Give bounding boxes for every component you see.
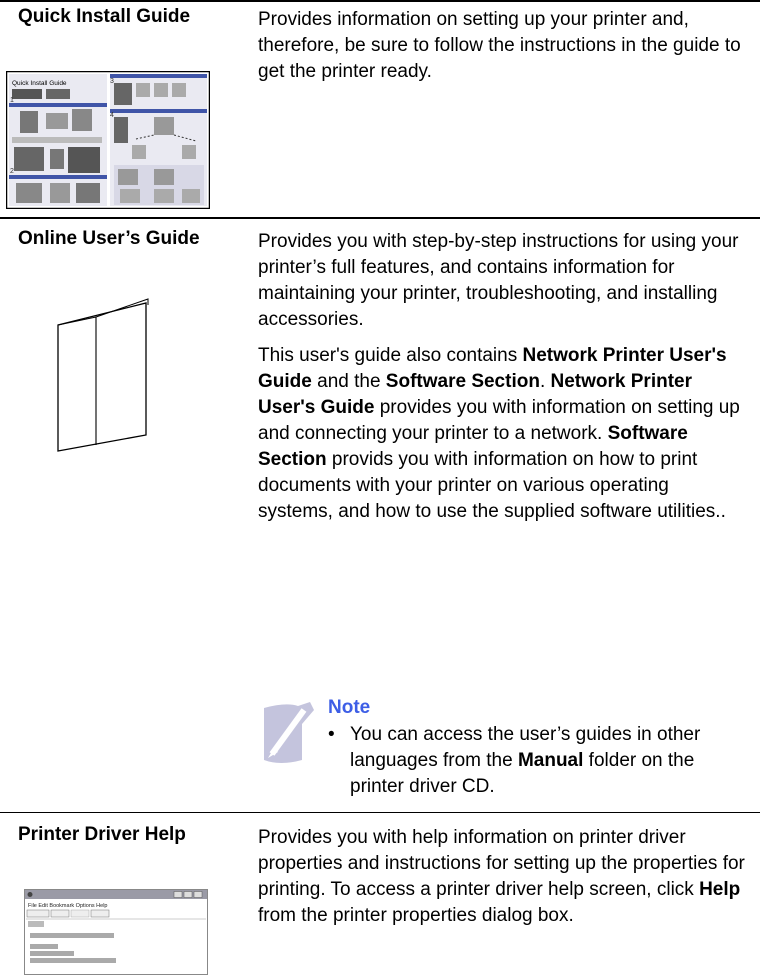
note-pencil-icon [264,702,314,763]
row-divider [0,217,760,219]
description-paragraph: Provides you with help information on pr… [258,825,748,929]
paragraph-bold-run: Help [699,879,741,900]
note-text: You can access the user’s guides in othe… [350,722,748,800]
note-bold-run: Manual [517,750,584,771]
note-heading: Note [328,697,371,718]
svg-text:4: 4 [110,112,114,119]
description-paragraph: Provides you with step-by-step instructi… [258,229,748,333]
quick-install-guide-image: Quick Install Guide 1 2 3 4 [5,70,211,210]
row-divider [0,812,760,813]
driver-help-thumbnail: File Edit Bookmark Options Help [24,889,208,975]
row-title: Quick Install Guide [18,6,191,27]
quick-install-guide-thumbnail: Quick Install Guide 1 2 3 4 [5,70,211,210]
svg-text:3: 3 [110,78,114,85]
top-rule [0,0,760,2]
paragraph-run: This user's guide also contains [258,345,523,366]
help-menu-bar: File Edit Bookmark Options Help [28,903,107,909]
svg-text:1: 1 [10,97,14,104]
note-icon [258,700,316,766]
note-bullet: • [328,724,335,745]
paragraph-run: Provides information on setting up your … [258,9,741,82]
description-paragraph: Provides information on setting up your … [258,7,748,85]
paragraph-run: from the printer properties dialog box. [258,905,574,926]
paragraph-run: Provides you with help information on pr… [258,827,745,900]
paragraph-run: and the [311,371,386,392]
help-window-image: File Edit Bookmark Options Help [24,889,208,975]
description-paragraph: This user's guide also contains Network … [258,343,748,525]
paragraph-bold-run: Software Section [385,371,540,392]
online-guide-thumbnail [50,295,160,455]
row-description: Provides you with help information on pr… [258,825,748,929]
row-title: Printer Driver Help [18,824,186,845]
row-description: Provides information on setting up your … [258,7,748,85]
thumbnail-caption: Quick Install Guide [12,80,67,87]
paragraph-run: . [539,371,551,392]
svg-text:2: 2 [10,168,14,175]
row-title: Online User’s Guide [18,228,200,249]
paragraph-run: Provides you with step-by-step instructi… [258,231,739,330]
row-description: Provides you with step-by-step instructi… [258,229,748,525]
booklet-icon [57,298,149,452]
note-body: • You can access the user’s guides in ot… [328,722,748,800]
paragraph-run: provids you with information on how to p… [258,449,726,522]
